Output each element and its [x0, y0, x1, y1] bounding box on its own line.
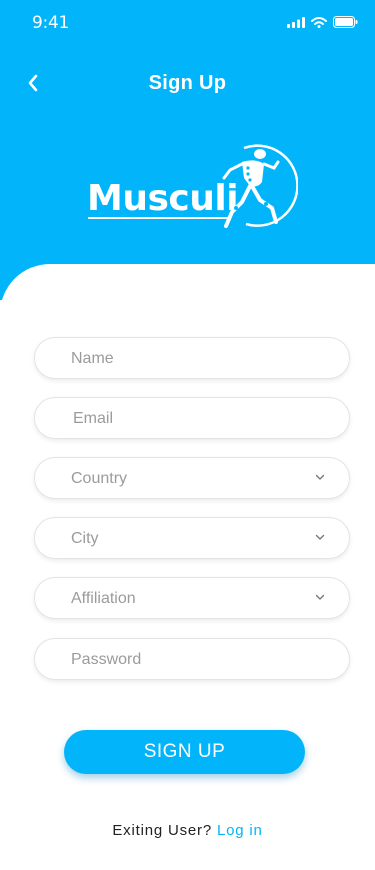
page-title: Sign Up [148, 72, 227, 94]
status-bar: 9:41 [0, 0, 375, 44]
status-time: 9:41 [32, 13, 69, 33]
affiliation-placeholder: Affiliation [71, 590, 136, 607]
email-field[interactable]: Email [34, 397, 350, 439]
login-prompt: Exiting User? Log in [0, 822, 375, 839]
runner-figure-icon [222, 144, 298, 228]
existing-user-text: Exiting User? [112, 822, 212, 839]
name-placeholder: Name [71, 350, 114, 367]
chevron-down-icon [315, 534, 325, 540]
wifi-icon [311, 16, 327, 28]
logo-underline [88, 217, 228, 219]
city-placeholder: City [71, 530, 99, 547]
city-select[interactable]: City [34, 517, 350, 559]
musculi-logo: Musculi [84, 138, 298, 234]
status-icons [287, 16, 358, 28]
country-select[interactable]: Country [34, 457, 350, 499]
affiliation-select[interactable]: Affiliation [34, 577, 350, 619]
country-placeholder: Country [71, 470, 128, 487]
name-field[interactable]: Name [34, 337, 350, 379]
signal-icon [287, 16, 305, 28]
battery-icon [333, 16, 358, 28]
log-in-link[interactable]: Log in [217, 822, 263, 839]
sign-up-button[interactable]: SIGN UP [64, 730, 305, 774]
chevron-down-icon [315, 474, 325, 480]
password-placeholder: Password [71, 651, 142, 668]
email-placeholder: Email [73, 410, 114, 427]
password-field[interactable]: Password [34, 638, 350, 680]
chevron-down-icon [315, 594, 325, 600]
